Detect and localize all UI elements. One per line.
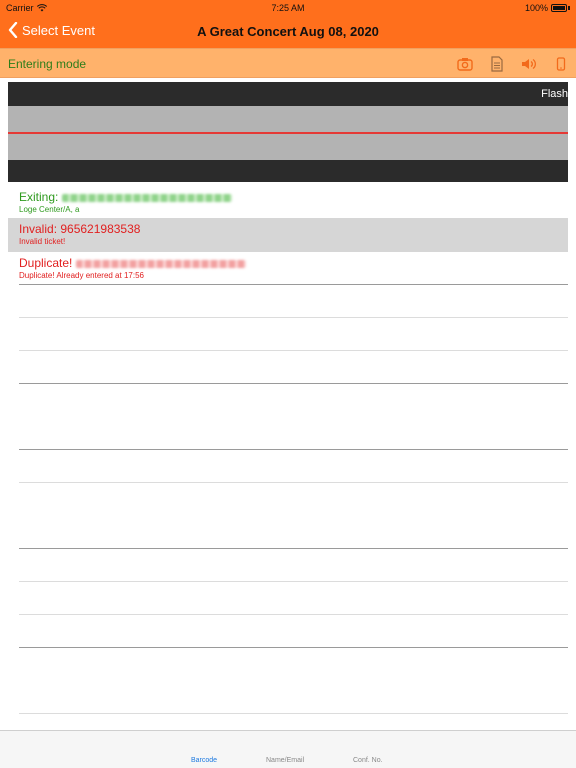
row-divider (19, 581, 568, 582)
camera-icon[interactable] (456, 55, 474, 73)
row-divider (19, 317, 568, 318)
flash-toggle[interactable]: Flash (541, 88, 568, 100)
scan-laser-line (8, 132, 568, 134)
phone-icon[interactable] (552, 55, 570, 73)
row-divider (19, 614, 568, 615)
row-divider (19, 548, 568, 549)
row-divider (19, 284, 568, 285)
barcode-scanner-view[interactable]: Flash (8, 82, 568, 182)
result-item-invalid[interactable]: Invalid: 965621983538 Invalid ticket! (8, 218, 568, 252)
document-icon[interactable] (488, 55, 506, 73)
result-title: Exiting: (19, 190, 557, 204)
entering-mode-toggle[interactable]: Entering mode (8, 57, 86, 71)
battery-tip (568, 6, 570, 10)
tab-name-email[interactable]: Name/Email (266, 757, 304, 764)
result-status: Duplicate! (19, 256, 73, 270)
result-item-duplicate[interactable]: Duplicate! Duplicate! Already entered at… (0, 252, 576, 284)
event-title: A Great Concert Aug 08, 2020 (197, 24, 379, 39)
navigation-bar: Select Event A Great Concert Aug 08, 202… (0, 16, 576, 48)
mode-toolbar (456, 55, 570, 73)
row-divider (19, 482, 568, 483)
result-title: Invalid: 965621983538 (19, 222, 141, 236)
redacted-ticket-number (61, 193, 232, 202)
row-divider (19, 647, 568, 648)
result-detail: Invalid ticket! (19, 237, 66, 246)
row-divider (19, 350, 568, 351)
result-detail: Loge Center/A, a (19, 205, 80, 214)
result-item-exiting[interactable]: Exiting: Loge Center/A, a (0, 186, 576, 218)
tab-barcode[interactable]: Barcode (191, 757, 217, 764)
speaker-icon[interactable] (520, 55, 538, 73)
row-divider (19, 383, 568, 384)
battery-indicator: 100% (525, 3, 570, 13)
tab-conf-no[interactable]: Conf. No. (353, 757, 383, 764)
scan-window (8, 106, 568, 160)
result-detail: Duplicate! Already entered at 17:56 (19, 271, 144, 280)
row-divider (19, 449, 568, 450)
redacted-ticket-number (75, 259, 246, 268)
scan-results-list: Exiting: Loge Center/A, a Invalid: 96562… (0, 186, 576, 284)
app-window: Carrier 7:25 AM 100% Select Event A Grea… (0, 0, 576, 768)
status-bar: Carrier 7:25 AM 100% (0, 0, 576, 16)
clock: 7:25 AM (271, 3, 305, 13)
result-title: Duplicate! (19, 256, 557, 270)
result-status: Exiting: (19, 190, 59, 204)
battery-icon (551, 4, 567, 12)
search-tab-bar: Barcode Name/Email Conf. No. (0, 730, 576, 768)
mode-bar: Entering mode (0, 48, 576, 78)
battery-percent: 100% (524, 3, 548, 13)
row-divider (19, 713, 568, 714)
